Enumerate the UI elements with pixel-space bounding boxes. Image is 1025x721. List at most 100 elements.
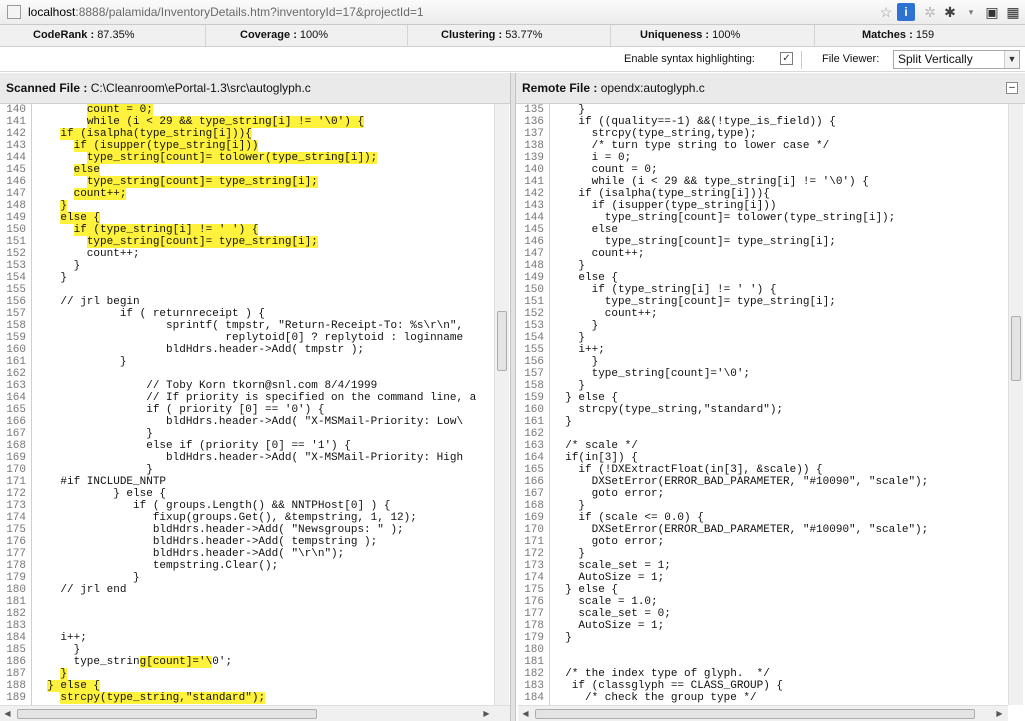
code-text: if (isalpha(type_string[i])){ bbox=[60, 128, 252, 140]
scroll-left-icon[interactable]: ◀ bbox=[518, 706, 533, 721]
code-line: 189 strcpy(type_string,"standard"); bbox=[0, 692, 494, 704]
code-text: else bbox=[552, 224, 619, 236]
code-text: goto error; bbox=[552, 536, 665, 548]
line-number: 142 bbox=[6, 128, 26, 140]
code-text: else if (priority [0] == '1') { bbox=[34, 440, 351, 452]
scroll-right-icon[interactable]: ▶ bbox=[479, 706, 494, 721]
syntax-highlight-checkbox[interactable]: ✓ bbox=[780, 52, 793, 65]
right-gutter-line bbox=[549, 104, 550, 705]
code-text: i++; bbox=[34, 632, 87, 644]
line-number: 187 bbox=[6, 668, 26, 680]
code-text: /* turn type string to lower case */ bbox=[552, 140, 830, 152]
code-text: // If priority is specified on the comma… bbox=[34, 392, 477, 404]
code-line: 182 /* the index type of glyph. */ bbox=[518, 668, 1007, 680]
scroll-left-icon[interactable]: ◀ bbox=[0, 706, 15, 721]
uniqueness-value: 100% bbox=[712, 29, 741, 41]
code-line: 154 } bbox=[0, 272, 494, 284]
code-line: 180 bbox=[518, 644, 1007, 656]
code-line: 178 tempstring.Clear(); bbox=[0, 560, 494, 572]
line-number: 176 bbox=[524, 596, 544, 608]
pane-splitter[interactable] bbox=[510, 73, 516, 721]
code-line: 153 } bbox=[518, 320, 1007, 332]
line-number: 177 bbox=[524, 608, 544, 620]
line-number: 140 bbox=[524, 164, 544, 176]
addon-gear-icon[interactable]: ✲ bbox=[921, 3, 939, 21]
code-text: scale = 1.0; bbox=[552, 596, 658, 608]
code-text: fixup(groups.Get(), &tempstring, 1, 12); bbox=[34, 512, 417, 524]
left-vertical-scrollbar[interactable] bbox=[494, 104, 509, 705]
options-divider bbox=[801, 51, 802, 69]
code-line: 168 } bbox=[518, 500, 1007, 512]
line-number: 166 bbox=[6, 416, 26, 428]
line-number: 138 bbox=[524, 140, 544, 152]
code-line: 142 if (isalpha(type_string[i])){ bbox=[0, 128, 494, 140]
line-number: 160 bbox=[6, 344, 26, 356]
right-hscroll-thumb[interactable] bbox=[535, 709, 975, 719]
right-horizontal-scrollbar[interactable]: ◀ ▶ bbox=[518, 705, 1008, 721]
code-text: if (classglyph == CLASS_GROUP) { bbox=[552, 680, 784, 692]
code-line: 148 } bbox=[518, 260, 1007, 272]
code-line: 151 type_string[count]= type_string[i]; bbox=[518, 296, 1007, 308]
code-text: bldHdrs.header->Add( "X-MSMail-Priority:… bbox=[34, 452, 464, 464]
code-line: 182 bbox=[0, 608, 494, 620]
minimize-icon[interactable]: – bbox=[1006, 82, 1018, 94]
code-text: type_string[count]= tolower(type_string[… bbox=[86, 152, 378, 164]
code-text: type_string[count]= tolower(type_string[… bbox=[552, 212, 896, 224]
code-text: if ( priority [0] == '0') { bbox=[34, 404, 325, 416]
code-text: } bbox=[552, 260, 586, 272]
coverage-value: 100% bbox=[299, 29, 329, 41]
address-input[interactable]: localhost:8888/palamida/InventoryDetails… bbox=[28, 5, 424, 19]
scanned-code-view[interactable]: 140 count = 0; 141 while (i < 29 && type_… bbox=[0, 104, 494, 705]
code-line: 162 bbox=[0, 368, 494, 380]
code-line: 179 } bbox=[518, 632, 1007, 644]
line-number: 179 bbox=[6, 572, 26, 584]
line-number: 188 bbox=[6, 680, 26, 692]
code-line: 140 count = 0; bbox=[518, 164, 1007, 176]
line-number: 152 bbox=[6, 248, 26, 260]
code-line: 137 strcpy(type_string,type); bbox=[518, 128, 1007, 140]
line-number: 155 bbox=[6, 284, 26, 296]
uniqueness-stat: Uniqueness : 100% bbox=[640, 29, 740, 41]
line-number: 151 bbox=[6, 236, 26, 248]
grid-icon[interactable]: ▦ bbox=[1004, 3, 1022, 21]
left-scroll-thumb[interactable] bbox=[497, 311, 507, 371]
line-number: 151 bbox=[524, 296, 544, 308]
url-host: localhost bbox=[28, 5, 76, 19]
dropdown-arrow-icon[interactable]: ▾ bbox=[962, 3, 980, 21]
left-hscroll-thumb[interactable] bbox=[17, 709, 317, 719]
code-text: count = 0; bbox=[86, 104, 153, 116]
line-number: 162 bbox=[524, 428, 544, 440]
right-scroll-thumb[interactable] bbox=[1011, 316, 1021, 381]
right-vertical-scrollbar[interactable] bbox=[1008, 104, 1023, 705]
line-number: 145 bbox=[524, 224, 544, 236]
code-line: 142 if (isalpha(type_string[i])){ bbox=[518, 188, 1007, 200]
remote-file-path: opendx:autoglyph.c bbox=[600, 81, 705, 95]
line-number: 166 bbox=[524, 476, 544, 488]
info-icon[interactable]: i bbox=[897, 3, 915, 21]
bug-icon[interactable]: ✱ bbox=[941, 3, 959, 21]
code-line: 167 goto error; bbox=[518, 488, 1007, 500]
chevron-down-icon: ▼ bbox=[1004, 51, 1019, 68]
file-viewer-select[interactable]: Split Vertically ▼ bbox=[893, 50, 1020, 69]
bookmark-star-icon[interactable]: ☆ bbox=[877, 3, 895, 21]
left-horizontal-scrollbar[interactable]: ◀ ▶ bbox=[0, 705, 510, 721]
coderank-label: CodeRank : bbox=[33, 29, 95, 41]
line-number: 164 bbox=[524, 452, 544, 464]
code-line: 165 if (!DXExtractFloat(in[3], &scale)) … bbox=[518, 464, 1007, 476]
code-text: strcpy(type_string,"standard"); bbox=[60, 692, 266, 704]
code-text: count = 0; bbox=[552, 164, 658, 176]
code-line: 155 bbox=[0, 284, 494, 296]
code-text: if (!DXExtractFloat(in[3], &scale)) { bbox=[552, 464, 823, 476]
code-line: 173 if ( groups.Length() && NNTPHost[0] … bbox=[0, 500, 494, 512]
window-icon[interactable]: ▣ bbox=[983, 3, 1001, 21]
line-number: 168 bbox=[6, 440, 26, 452]
code-line: 184 i++; bbox=[0, 632, 494, 644]
code-text: } bbox=[552, 500, 586, 512]
code-line: 170 DXSetError(ERROR_BAD_PARAMETER, "#10… bbox=[518, 524, 1007, 536]
scanned-file-header: Scanned File : C:\Cleanroom\ePortal-1.3\… bbox=[0, 73, 510, 104]
page-favicon-icon bbox=[7, 5, 21, 19]
remote-code-view[interactable]: 135 } 136 if ((quality==-1) &&(!type_is_f… bbox=[518, 104, 1007, 705]
browser-url-bar: localhost:8888/palamida/InventoryDetails… bbox=[0, 0, 1025, 25]
scroll-right-icon[interactable]: ▶ bbox=[992, 706, 1007, 721]
line-number: 178 bbox=[6, 560, 26, 572]
